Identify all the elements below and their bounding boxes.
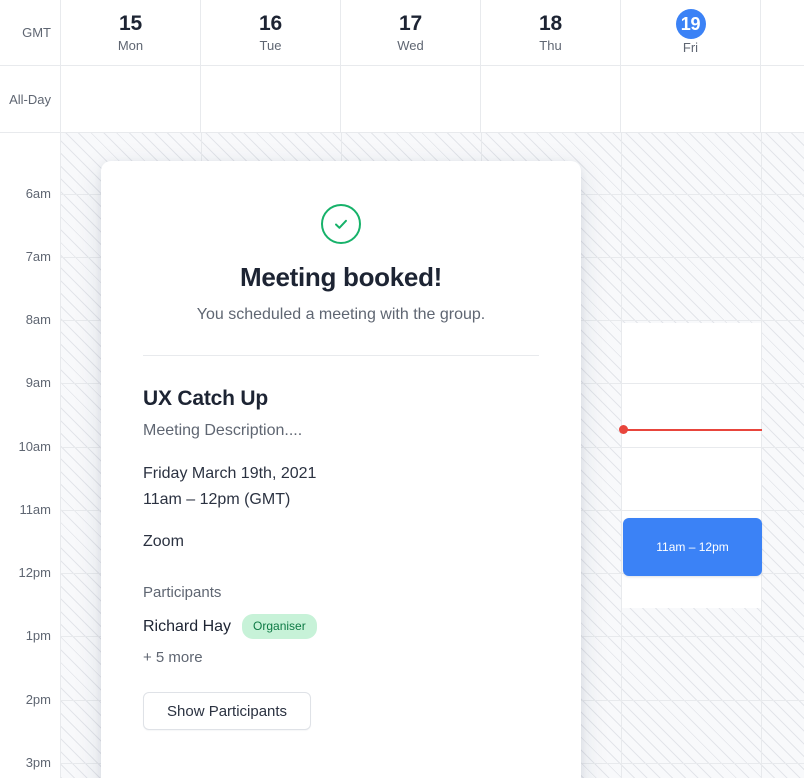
modal-subtitle: You scheduled a meeting with the group. bbox=[196, 306, 486, 323]
day-column-header-thu[interactable]: 18 Thu bbox=[481, 0, 621, 65]
status-icon-wrap bbox=[143, 204, 539, 244]
meeting-location: Zoom bbox=[143, 533, 184, 550]
show-participants-button[interactable]: Show Participants bbox=[143, 692, 312, 730]
day-number: 18 bbox=[539, 12, 562, 35]
hour-label-6am: 6am bbox=[25, 186, 51, 201]
all-day-cell-fri[interactable] bbox=[621, 66, 761, 132]
calendar-day-header: GMT 15 Mon 16 Tue 17 Wed 18 Thu 19 Fri bbox=[0, 0, 804, 66]
more-participants-count: + 5 more bbox=[143, 649, 203, 666]
day-number-today: 19 bbox=[675, 9, 706, 39]
day-number: 17 bbox=[399, 12, 422, 35]
hour-label-9am: 9am bbox=[25, 375, 51, 390]
hour-label-12pm: 12pm bbox=[18, 565, 51, 580]
all-day-cell-mon[interactable] bbox=[61, 66, 201, 132]
hour-label-10am: 10am bbox=[18, 439, 51, 454]
all-day-cell-tue[interactable] bbox=[201, 66, 341, 132]
event-time-label: 11am – 12pm bbox=[656, 539, 729, 554]
meeting-title: UX Catch Up bbox=[143, 387, 268, 410]
meeting-description: Meeting Description.... bbox=[143, 422, 303, 439]
current-time-dot bbox=[619, 425, 628, 434]
hour-label-1pm: 1pm bbox=[25, 628, 51, 643]
time-gutter: 6am 7am 8am 9am 10am 11am 12pm 1pm 2pm 3… bbox=[0, 133, 61, 778]
day-name: Fri bbox=[682, 40, 699, 55]
calendar-event-11am-12pm[interactable]: 11am – 12pm bbox=[623, 518, 762, 576]
day-name: Thu bbox=[539, 38, 562, 53]
timezone-label: GMT bbox=[0, 0, 61, 65]
current-time-line bbox=[623, 429, 762, 431]
header-spacer bbox=[761, 0, 804, 65]
meeting-datetime: Friday March 19th, 2021 11am – 12pm (GMT… bbox=[143, 461, 539, 513]
meeting-date: Friday March 19th, 2021 bbox=[143, 465, 317, 482]
week-calendar: GMT 15 Mon 16 Tue 17 Wed 18 Thu 19 Fri A… bbox=[0, 0, 804, 778]
check-circle-icon bbox=[321, 204, 361, 244]
all-day-cell-thu[interactable] bbox=[481, 66, 621, 132]
day-number: 15 bbox=[119, 12, 142, 35]
day-column-header-tue[interactable]: 16 Tue bbox=[201, 0, 341, 65]
modal-divider bbox=[143, 355, 539, 356]
column-separator bbox=[621, 133, 622, 778]
hour-label-3pm: 3pm bbox=[25, 755, 51, 770]
participant-row: Richard Hay Organiser bbox=[143, 614, 539, 639]
day-name: Wed bbox=[397, 38, 424, 53]
day-name: Tue bbox=[259, 38, 282, 53]
participants-label: Participants bbox=[143, 584, 222, 601]
day-column-header-mon[interactable]: 15 Mon bbox=[61, 0, 201, 65]
hour-label-8am: 8am bbox=[25, 312, 51, 327]
hour-label-11am: 11am bbox=[19, 502, 51, 517]
hour-label-2pm: 2pm bbox=[25, 692, 51, 707]
day-column-header-fri-today[interactable]: 19 Fri bbox=[621, 0, 761, 65]
day-column-header-wed[interactable]: 17 Wed bbox=[341, 0, 481, 65]
modal-title: Meeting booked! bbox=[239, 262, 443, 292]
meeting-time: 11am – 12pm (GMT) bbox=[143, 491, 291, 508]
all-day-spacer bbox=[761, 66, 804, 132]
hour-label-7am: 7am bbox=[25, 249, 51, 264]
all-day-label: All-Day bbox=[0, 66, 61, 132]
all-day-row: All-Day bbox=[0, 66, 804, 133]
organiser-badge: Organiser bbox=[242, 614, 317, 639]
meeting-booked-modal: Meeting booked! You scheduled a meeting … bbox=[101, 161, 581, 778]
participant-name: Richard Hay bbox=[143, 617, 232, 635]
column-separator bbox=[761, 133, 762, 778]
all-day-cell-wed[interactable] bbox=[341, 66, 481, 132]
day-number: 16 bbox=[259, 12, 282, 35]
day-name: Mon bbox=[117, 38, 144, 53]
